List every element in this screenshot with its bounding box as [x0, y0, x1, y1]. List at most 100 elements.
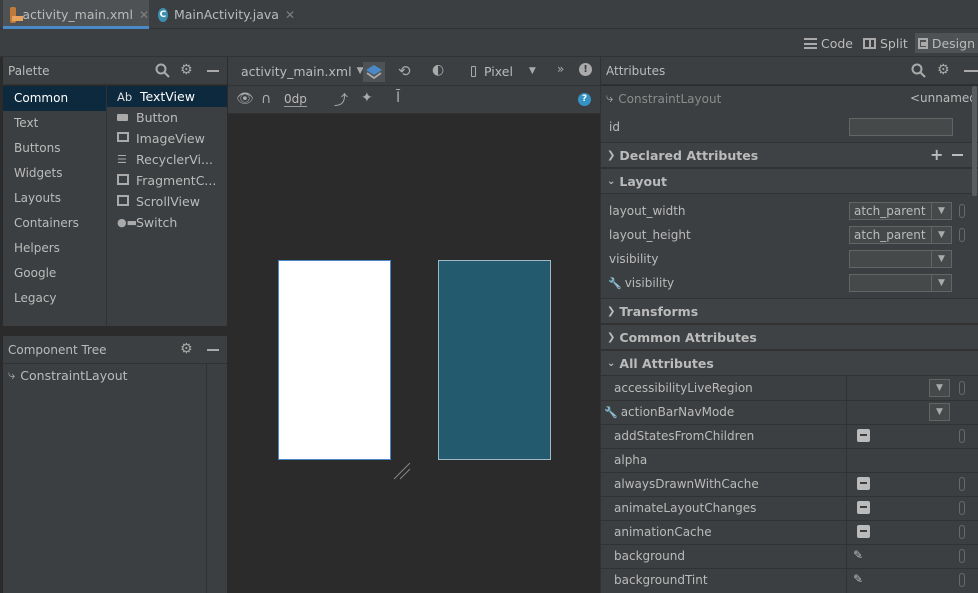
tab-activity-main-xml[interactable]: activity_main.xml ✕ [3, 0, 149, 29]
layout-height-input[interactable]: atch_parent [849, 226, 932, 244]
flag-toggle-icon[interactable] [857, 429, 870, 442]
flag-toggle-icon[interactable] [857, 525, 870, 538]
reference-icon[interactable] [959, 501, 965, 515]
id-input[interactable] [849, 118, 953, 136]
attr-name: visibility [624, 276, 675, 290]
reference-icon[interactable] [959, 525, 965, 539]
palette-item-button[interactable]: Button [117, 107, 178, 128]
attr-name: background [614, 549, 685, 563]
file-selector[interactable]: activity_main.xml ▼ [241, 63, 364, 79]
reference-icon[interactable] [959, 204, 965, 218]
infer-constraints-icon[interactable]: ✦ [361, 90, 373, 106]
blueprint-surface[interactable] [438, 260, 551, 460]
minimize-icon[interactable] [207, 70, 219, 72]
help-icon[interactable]: ? [578, 93, 591, 106]
orientation-icon[interactable]: ⟲ [398, 62, 411, 80]
palette-item-scrollview[interactable]: ScrollView [117, 191, 200, 212]
flag-toggle-icon[interactable] [857, 477, 870, 490]
reference-icon[interactable] [959, 549, 965, 563]
design-surface[interactable] [278, 260, 391, 460]
warning-icon[interactable]: ! [579, 63, 592, 76]
layers-button[interactable] [363, 62, 385, 82]
palette-category-layouts[interactable]: Layouts [3, 186, 106, 211]
reference-icon[interactable] [959, 477, 965, 491]
palette-item-label: RecyclerVi... [136, 152, 213, 167]
night-mode-icon[interactable]: ◐ [432, 62, 444, 78]
palette-category-buttons[interactable]: Buttons [3, 136, 106, 161]
chevron-down-icon[interactable]: ▼ [929, 379, 950, 397]
id-row: id [601, 115, 978, 139]
palette-category-legacy[interactable]: Legacy [3, 286, 106, 311]
palette-item-recyclerview[interactable]: ☰ RecyclerVi... [117, 149, 213, 170]
attr-row-layout-width: layout_width atch_parent ▼ [601, 199, 978, 223]
split-mode-button[interactable]: Split [860, 33, 911, 53]
attributes-scrollbar[interactable] [972, 86, 977, 196]
default-margin-field[interactable]: 0dp [284, 92, 307, 107]
remove-icon[interactable] [952, 154, 963, 156]
section-layout[interactable]: ⌄ Layout [601, 168, 978, 194]
visibility-input[interactable] [849, 250, 932, 268]
design-canvas[interactable] [228, 114, 600, 593]
reference-icon[interactable] [959, 381, 965, 395]
component-tree: ⤷ ConstraintLayout [3, 364, 227, 593]
minimize-icon[interactable] [207, 349, 219, 351]
palette-item-switch[interactable]: ●▬ Switch [117, 212, 177, 233]
section-common-attributes[interactable]: ❯ Common Attributes [601, 324, 978, 350]
section-transforms[interactable]: ❯ Transforms [601, 298, 978, 324]
gear-icon[interactable]: ⚙ [180, 62, 193, 78]
magnet-icon[interactable]: ∩ [261, 91, 271, 107]
color-picker-icon[interactable]: ✎ [853, 572, 863, 586]
attributes-panel: ⤷ ConstraintLayout <unnamed> id ❯ Declar… [601, 86, 978, 593]
palette-category-common[interactable]: Common [3, 86, 106, 111]
guidelines-icon[interactable]: Ī [396, 90, 400, 106]
design-mode-button[interactable]: Design [915, 33, 978, 53]
overflow-chevron-icon[interactable]: » [557, 62, 564, 76]
design-toolbar: activity_main.xml ▼ ⟲ ◐ Pixel ▼ » ! [228, 57, 600, 86]
color-picker-icon[interactable]: ✎ [853, 548, 863, 562]
tools-visibility-input[interactable] [849, 274, 932, 292]
chevron-down-icon[interactable]: ▼ [931, 226, 952, 244]
layout-width-input[interactable]: atch_parent [849, 202, 932, 220]
reference-icon[interactable] [959, 228, 965, 242]
palette-category-widgets[interactable]: Widgets [3, 161, 106, 186]
gear-icon[interactable]: ⚙ [937, 62, 950, 78]
scrollview-icon [117, 194, 131, 209]
chevron-down-icon[interactable]: ▼ [931, 202, 952, 220]
attr-row-layout-height: layout_height atch_parent ▼ [601, 223, 978, 247]
button-icon [117, 111, 131, 124]
resize-handle-icon[interactable] [391, 460, 413, 482]
add-icon[interactable]: + [930, 145, 943, 164]
close-icon[interactable]: ✕ [285, 8, 295, 22]
section-all-attributes[interactable]: ⌄ All Attributes [601, 350, 978, 376]
clear-constraints-icon[interactable]: ⤴ [334, 90, 348, 110]
chevron-down-icon[interactable]: ▼ [929, 403, 950, 421]
attr-name: animateLayoutChanges [614, 501, 757, 515]
section-declared-attributes[interactable]: ❯ Declared Attributes + [601, 142, 978, 168]
search-icon[interactable] [911, 63, 926, 81]
component-id: <unnamed> [910, 91, 978, 105]
palette-category-helpers[interactable]: Helpers [3, 236, 106, 261]
chevron-down-icon[interactable]: ▼ [931, 250, 952, 268]
flag-toggle-icon[interactable] [857, 501, 870, 514]
code-mode-button[interactable]: Code [801, 33, 856, 53]
device-selector[interactable]: Pixel ▼ [471, 63, 536, 79]
tree-node-constraintlayout[interactable]: ⤷ ConstraintLayout [8, 366, 128, 384]
java-class-icon: C [158, 7, 168, 22]
reference-icon[interactable] [959, 429, 965, 443]
attr-name: animationCache [614, 525, 712, 539]
palette-item-fragmentcontainer[interactable]: FragmentC... [117, 170, 216, 191]
search-icon[interactable] [155, 63, 170, 82]
eye-icon[interactable]: 👁 [236, 91, 254, 107]
palette-item-textview[interactable]: Ab TextView [107, 86, 227, 107]
palette-category-containers[interactable]: Containers [3, 211, 106, 236]
gear-icon[interactable]: ⚙ [180, 341, 193, 357]
palette-category-google[interactable]: Google [3, 261, 106, 286]
reference-icon[interactable] [959, 573, 965, 587]
chevron-down-icon[interactable]: ▼ [931, 274, 952, 292]
tab-mainactivity-java[interactable]: C MainActivity.java ✕ [155, 0, 295, 29]
minimize-icon[interactable] [964, 70, 978, 72]
palette-item-imageview[interactable]: ImageView [117, 128, 205, 149]
palette-category-text[interactable]: Text [3, 111, 106, 136]
close-icon[interactable]: ✕ [139, 8, 149, 22]
palette-item-label: TextView [140, 89, 195, 104]
